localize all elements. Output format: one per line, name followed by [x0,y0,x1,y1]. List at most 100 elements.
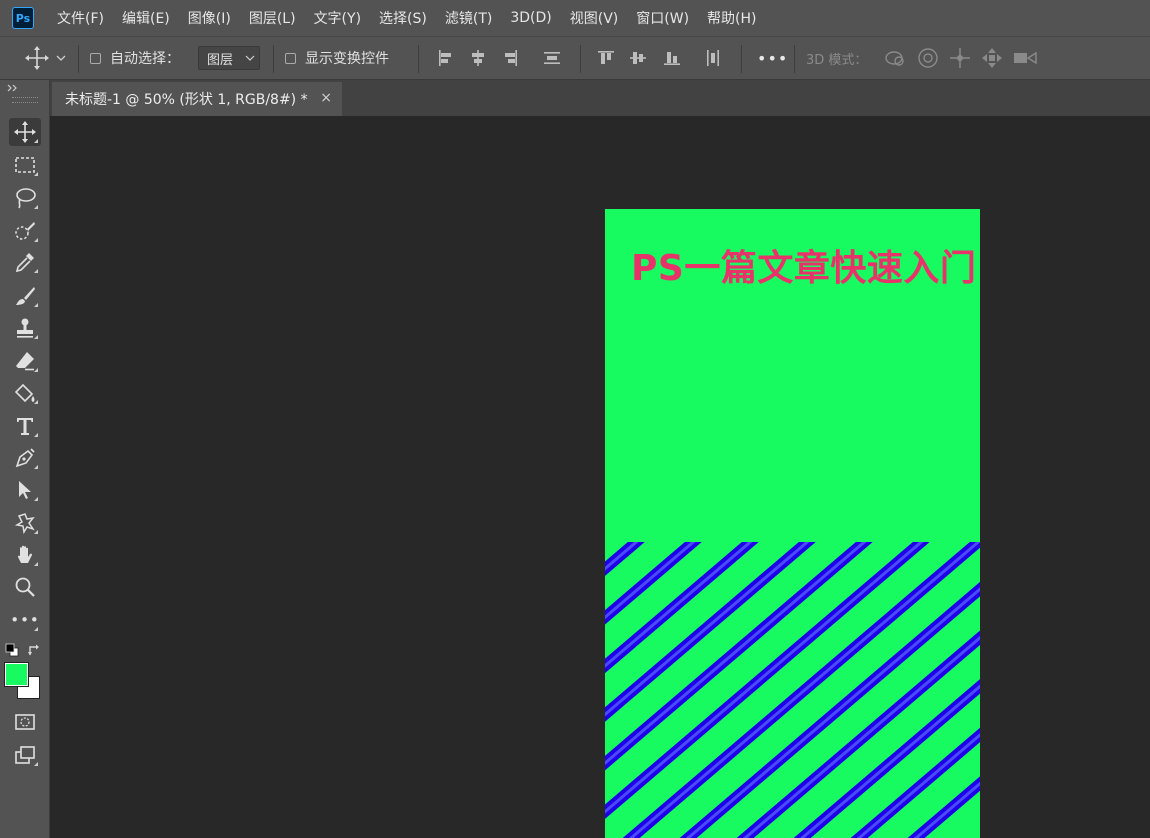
align-center-icon [472,50,484,66]
diagonal-stripe-shape [605,542,980,838]
divider [794,45,795,73]
tool-flyout-indicator [34,368,38,372]
pen-tool[interactable] [9,444,41,472]
close-tab-button[interactable]: × [320,90,332,106]
menu-view[interactable]: 视图(V) [570,8,619,28]
zoom-tool[interactable] [9,573,41,601]
custom-shape-tool[interactable] [9,509,41,537]
tool-flyout-indicator [34,269,38,273]
tool-flyout-indicator [34,139,38,143]
auto-select-target-dropdown[interactable]: 图层 [198,46,260,70]
3d-pan-button[interactable] [948,37,972,79]
quick-mask-button[interactable] [9,708,41,736]
3d-orbit-button[interactable] [884,37,908,79]
show-transform-controls-checkbox[interactable] [285,52,296,64]
menu-file[interactable]: 文件(F) [57,8,104,28]
swap-colors-icon[interactable] [27,643,41,657]
move-tool-preset-picker[interactable] [24,37,67,79]
canvas-workspace[interactable]: PS一篇文章快速入门 [51,116,1150,838]
menu-help[interactable]: 帮助(H) [707,8,756,28]
document-tab[interactable]: 未标题-1 @ 50% (形状 1, RGB/8#) * × [52,82,342,116]
tool-flyout-indicator [34,762,38,766]
quick-mask-icon [15,714,35,730]
stripe-highlight [605,542,924,814]
brush-tool[interactable] [9,282,41,310]
3d-mode-label: 3D 模式： [806,52,868,68]
menu-edit[interactable]: 编辑(E) [122,8,170,28]
distribute-vertical-button[interactable] [542,37,562,79]
document-tab-title: 未标题-1 @ 50% (形状 1, RGB/8#) * [65,92,308,108]
path-selection-tool[interactable] [9,476,41,504]
3d-camera-button[interactable] [1012,37,1038,79]
document-canvas[interactable]: PS一篇文章快速入门 [605,209,980,838]
zoom-icon [15,577,35,597]
lasso-tool[interactable] [9,184,41,212]
menu-filter[interactable]: 滤镜(T) [445,8,492,28]
align-right-edges-button[interactable] [500,37,520,79]
auto-select-checkbox[interactable] [90,52,101,64]
hand-tool[interactable] [9,541,41,569]
align-left-icon [439,50,451,66]
align-left-edges-button[interactable] [436,37,456,79]
move-tool[interactable] [9,118,41,146]
tool-flyout-indicator [34,335,38,339]
3d-slide-button[interactable] [980,37,1004,79]
menu-3d[interactable]: 3D(D) [510,10,551,26]
photoshop-logo[interactable]: Ps [12,7,34,29]
tool-flyout-indicator [34,238,38,242]
clone-stamp-tool[interactable] [9,314,41,342]
distribute-horizontal-button[interactable] [703,37,723,79]
collapse-panel-icon[interactable] [6,83,20,93]
divider [418,45,419,73]
type-tool[interactable] [9,412,41,440]
quick-selection-tool[interactable] [9,217,41,245]
align-bottom-edges-button[interactable] [662,37,682,79]
toolbox: ••• [0,80,50,838]
eyedropper-tool[interactable] [9,248,41,276]
eraser-tool[interactable] [9,347,41,375]
foreground-color-swatch[interactable] [4,662,29,687]
align-right-icon [505,50,517,66]
video-camera-icon [1014,51,1037,65]
tool-flyout-indicator [34,627,38,631]
edit-toolbar-button[interactable]: ••• [9,606,41,634]
menu-window[interactable]: 窗口(W) [636,8,689,28]
menu-image[interactable]: 图像(I) [188,8,231,28]
rectangular-marquee-tool[interactable] [9,151,41,179]
chevron-down-icon [56,55,66,61]
more-options-button[interactable]: ••• [757,49,788,68]
layer-select-value: 图层 [207,52,234,68]
3d-roll-button[interactable] [916,37,940,79]
tool-flyout-indicator [34,172,38,176]
move-icon [25,46,49,70]
distribute-icon [544,52,560,64]
toolbox-grip[interactable] [12,97,38,103]
tool-flyout-indicator [34,205,38,209]
paint-bucket-tool[interactable] [9,379,41,407]
screen-mode-button[interactable] [9,741,41,769]
menu-layer[interactable]: 图层(L) [249,8,296,28]
chevron-down-icon [245,55,255,61]
tool-flyout-indicator [34,303,38,307]
canvas-heading-text: PS一篇文章快速入门 [631,248,977,289]
auto-select-label: 自动选择： [110,51,180,67]
divider [741,45,742,73]
tool-flyout-indicator [34,400,38,404]
show-transform-controls-label: 显示变换控件 [305,51,389,67]
3d-roll-icon [918,48,938,68]
tool-flyout-indicator [34,562,38,566]
menu-type[interactable]: 文字(Y) [314,8,361,28]
align-top-edges-button[interactable] [596,37,616,79]
tool-flyout-indicator [34,433,38,437]
menu-select[interactable]: 选择(S) [379,8,427,28]
align-horizontal-centers-button[interactable] [468,37,488,79]
default-colors-icon[interactable] [5,643,19,657]
align-bottom-icon [664,52,680,65]
divider [273,45,274,73]
menu-bar: Ps 文件(F) 编辑(E) 图像(I) 图层(L) 文字(Y) 选择(S) 滤… [0,0,1150,36]
document-tab-bar: 未标题-1 @ 50% (形状 1, RGB/8#) * × [50,80,1150,116]
options-bar: 自动选择： 图层 显示变换控件 ••• 3D 模式： [0,36,1150,80]
3d-slide-icon [982,48,1002,68]
divider [580,45,581,73]
align-vertical-centers-button[interactable] [628,37,648,79]
